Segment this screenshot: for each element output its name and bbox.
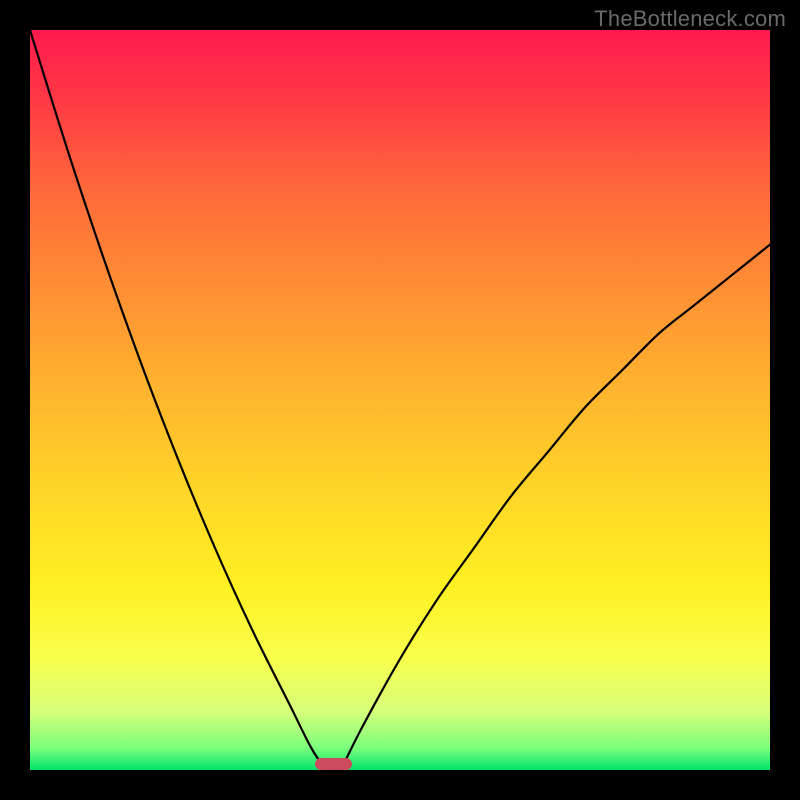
- curve-left-branch: [30, 30, 326, 770]
- curve-right-branch: [341, 245, 770, 770]
- optimal-marker: [315, 758, 352, 770]
- plot-area: [30, 30, 770, 770]
- bottleneck-curve: [30, 30, 770, 770]
- watermark-text: TheBottleneck.com: [594, 6, 786, 32]
